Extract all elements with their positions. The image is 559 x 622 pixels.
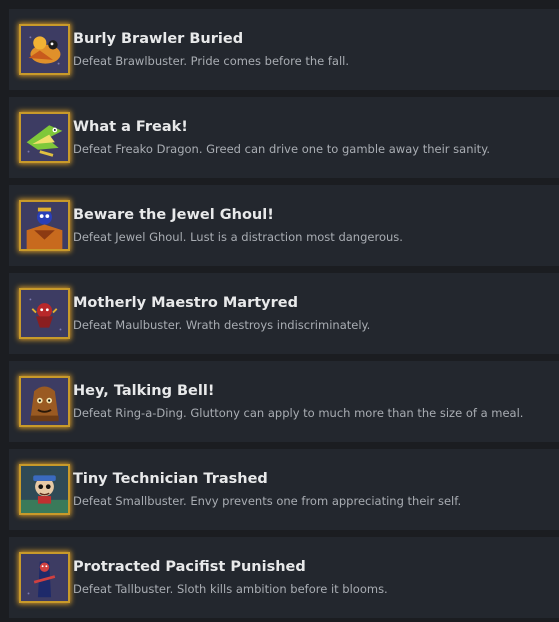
achievement-list: Burly Brawler Buried Defeat Brawlbuster.… [0,0,559,622]
achievement-description: Defeat Maulbuster. Wrath destroys indisc… [73,318,371,332]
achievement-title: Tiny Technician Trashed [73,471,268,487]
achievement-row[interactable]: Tiny Technician Trashed Defeat Smallbust… [9,449,559,530]
achievement-title: Protracted Pacifist Punished [73,559,306,575]
achievement-title: Beware the Jewel Ghoul! [73,207,274,223]
maulbuster-boss-icon [19,288,70,339]
achievement-description: Defeat Smallbuster. Envy prevents one fr… [73,494,462,508]
achievement-row[interactable]: What a Freak! Defeat Freako Dragon. Gree… [9,97,559,178]
achievement-title: Hey, Talking Bell! [73,383,215,399]
achievement-description: Defeat Brawlbuster. Pride comes before t… [73,54,349,68]
achievement-row[interactable]: Motherly Maestro Martyred Defeat Maulbus… [9,273,559,354]
smallbuster-boss-icon [19,464,70,515]
achievement-title: Burly Brawler Buried [73,31,244,47]
achievement-description: Defeat Jewel Ghoul. Lust is a distractio… [73,230,403,244]
tallbuster-boss-icon [19,552,70,603]
achievement-row[interactable]: Hey, Talking Bell! Defeat Ring-a-Ding. G… [9,361,559,442]
achievement-row[interactable]: Burly Brawler Buried Defeat Brawlbuster.… [9,9,559,90]
brawlbuster-boss-icon [19,24,70,75]
achievement-description: Defeat Freako Dragon. Greed can drive on… [73,142,491,156]
jewel-ghoul-boss-icon [19,200,70,251]
freako-dragon-boss-icon [19,112,70,163]
achievement-row[interactable]: Protracted Pacifist Punished Defeat Tall… [9,537,559,618]
ring-a-ding-boss-icon [19,376,70,427]
achievement-description: Defeat Ring-a-Ding. Gluttony can apply t… [73,406,524,420]
achievement-description: Defeat Tallbuster. Sloth kills ambition … [73,582,388,596]
achievement-title: What a Freak! [73,119,188,135]
achievement-title: Motherly Maestro Martyred [73,295,298,311]
achievement-row[interactable]: Beware the Jewel Ghoul! Defeat Jewel Gho… [9,185,559,266]
